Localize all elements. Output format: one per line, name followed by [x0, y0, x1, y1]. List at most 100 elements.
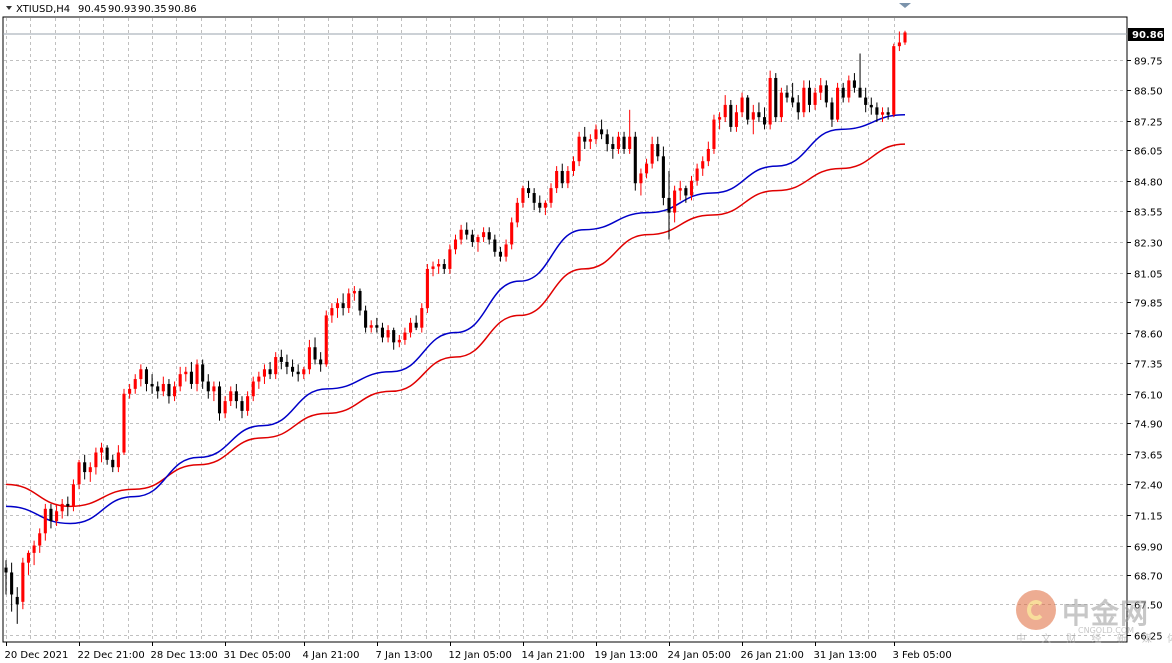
candle-body: [549, 188, 553, 203]
candle-body: [611, 144, 615, 149]
candle-body: [4, 567, 8, 573]
y-tick-label: 77.35: [1134, 360, 1163, 371]
x-tick-label: 26 Jan 21:00: [741, 650, 804, 661]
candle-body: [217, 386, 222, 414]
y-tick-label: 82.30: [1134, 239, 1163, 250]
y-tick-label: 84.80: [1134, 178, 1163, 189]
candle-body: [796, 102, 800, 113]
candle-body: [532, 193, 536, 203]
candle-body: [712, 119, 716, 149]
candle-body: [886, 112, 890, 115]
candle-body: [313, 347, 317, 360]
candle-body: [425, 268, 429, 309]
candle-body: [600, 129, 604, 135]
candle-body: [650, 144, 654, 164]
candle-body: [836, 87, 840, 120]
candle-body: [510, 222, 514, 245]
candle-body: [470, 234, 474, 242]
candle-body: [448, 249, 452, 269]
candle-body: [88, 467, 92, 473]
x-tick-label: 3 Feb 05:00: [893, 650, 952, 661]
candle-body: [184, 371, 188, 375]
candle-body: [386, 330, 390, 338]
candle-body: [358, 290, 362, 311]
candle-body: [768, 77, 772, 125]
candle-body: [246, 396, 250, 411]
candle-body: [240, 401, 244, 411]
candle-body: [830, 102, 834, 120]
candle-body: [740, 97, 744, 113]
candle-body: [369, 325, 373, 328]
candle-body: [122, 393, 126, 453]
watermark-subtitle: 中 文 财 经 新 媒 体: [1016, 634, 1172, 645]
x-tick-label: 7 Jan 13:00: [376, 650, 433, 661]
candle-body: [605, 134, 609, 145]
candle-body: [779, 92, 783, 118]
candle-body: [178, 374, 182, 387]
candle-body: [43, 508, 47, 534]
candle-body: [594, 129, 598, 140]
candle-body: [279, 357, 283, 362]
candle-body: [678, 188, 682, 191]
candle-body: [706, 148, 710, 162]
x-tick-label: 31 Jan 13:00: [814, 650, 877, 661]
candle: [122, 388, 126, 455]
candle-body: [330, 308, 334, 316]
candle-body: [257, 376, 261, 382]
y-tick-label: 88.50: [1134, 87, 1163, 98]
candle-body: [392, 330, 396, 343]
candle-body: [616, 136, 620, 149]
candle-body: [66, 503, 70, 507]
candle-body: [251, 381, 255, 397]
candle-body: [268, 369, 272, 375]
candle-body: [139, 369, 143, 380]
y-tick-label: 72.40: [1134, 481, 1163, 492]
candle: [21, 557, 25, 610]
x-tick-label: 19 Jan 13:00: [595, 650, 658, 661]
y-tick-label: 69.90: [1134, 543, 1163, 554]
candle-body: [397, 339, 401, 343]
candle-body: [99, 447, 104, 453]
candle-body: [476, 237, 480, 242]
candle-body: [10, 572, 14, 595]
candle-body: [487, 232, 491, 240]
candle-body: [571, 161, 576, 171]
candle-body: [302, 369, 306, 375]
candle-body: [431, 266, 435, 269]
candle-body: [695, 168, 699, 181]
candle-body: [128, 388, 132, 394]
candle-body: [459, 229, 463, 240]
candle-body: [453, 239, 458, 250]
candle-body: [892, 46, 896, 115]
candle-body: [633, 136, 637, 184]
price-chart[interactable]: 66.2567.5068.7069.9071.1572.4073.6574.90…: [0, 0, 1172, 663]
y-tick-label: 71.15: [1134, 512, 1163, 523]
y-tick-label: 87.25: [1134, 118, 1163, 129]
candle-body: [807, 87, 812, 105]
candle-body: [515, 202, 519, 223]
y-tick-label: 74.90: [1134, 420, 1163, 431]
candle-body: [420, 308, 424, 328]
candle-body: [167, 383, 171, 397]
x-tick-label: 12 Jan 05:00: [449, 650, 512, 661]
candle-body: [111, 459, 115, 468]
candle-body: [414, 322, 418, 328]
candle-body: [493, 239, 497, 252]
candle-body: [195, 364, 199, 384]
candle-body: [201, 364, 205, 382]
candle: [836, 82, 840, 123]
candle-body: [347, 293, 351, 309]
candle-body: [150, 383, 154, 387]
candle-body: [55, 511, 59, 522]
y-tick-label: 78.60: [1134, 330, 1163, 341]
candle-body: [375, 325, 379, 328]
candle-body: [71, 484, 75, 507]
candle-body: [667, 197, 671, 213]
candle-body: [144, 369, 149, 384]
candle-body: [661, 156, 665, 198]
candle-body: [189, 371, 193, 384]
x-tick-label: 22 Dec 21:00: [78, 650, 145, 661]
candle-body: [577, 136, 581, 162]
header-high: 90.93: [108, 4, 137, 15]
candle-body: [229, 391, 233, 402]
